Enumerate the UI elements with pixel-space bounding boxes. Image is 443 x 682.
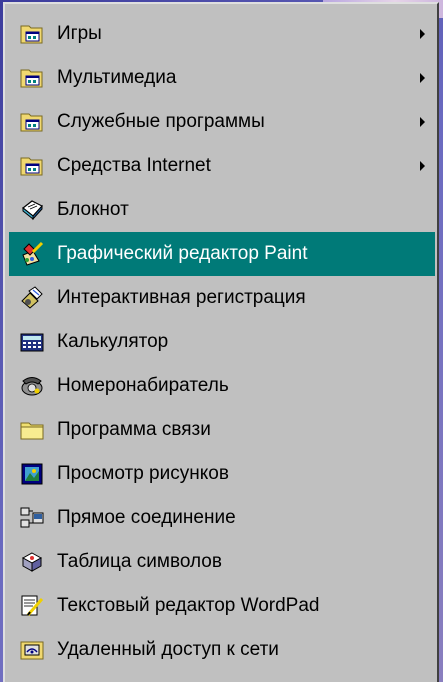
menu-item-online-registration[interactable]: Интерактивная регистрация: [9, 276, 435, 320]
program-group-folder-icon: [19, 65, 45, 91]
program-group-folder-icon: [19, 109, 45, 135]
character-map-icon: [19, 549, 45, 575]
menu-item-label: Прямое соединение: [57, 507, 236, 528]
menu-item-system-tools[interactable]: Служебные программы: [9, 100, 435, 144]
notepad-icon: [19, 197, 45, 223]
menu-item-label: Таблица символов: [57, 551, 222, 572]
menu-item-label: Игры: [57, 23, 102, 44]
menu-item-multimedia[interactable]: Мультимедиа: [9, 56, 435, 100]
submenu-arrow-icon: [420, 117, 425, 127]
folder-icon: [19, 417, 45, 443]
programs-menu: Игры Мультимедиа Служебные программы Сре…: [3, 2, 439, 682]
submenu-arrow-icon: [420, 29, 425, 39]
menu-item-label: Интерактивная регистрация: [57, 287, 306, 308]
direct-connection-icon: [19, 505, 45, 531]
menu-item-dial-up-networking[interactable]: Удаленный доступ к сети: [9, 628, 435, 672]
program-group-folder-icon: [19, 21, 45, 47]
phone-dialer-icon: [19, 373, 45, 399]
paint-icon: [19, 241, 45, 267]
menu-item-label: Мультимедиа: [57, 67, 177, 88]
menu-item-notepad[interactable]: Блокнот: [9, 188, 435, 232]
menu-item-label: Удаленный доступ к сети: [57, 639, 279, 660]
menu-item-games[interactable]: Игры: [9, 12, 435, 56]
menu-item-calculator[interactable]: Калькулятор: [9, 320, 435, 364]
menu-item-character-map[interactable]: Таблица символов: [9, 540, 435, 584]
menu-item-wordpad[interactable]: Текстовый редактор WordPad: [9, 584, 435, 628]
image-viewer-icon: [19, 461, 45, 487]
menu-item-label: Калькулятор: [57, 331, 169, 352]
menu-item-direct-connection[interactable]: Прямое соединение: [9, 496, 435, 540]
menu-item-phone-dialer[interactable]: Номеронабиратель: [9, 364, 435, 408]
calculator-icon: [19, 329, 45, 355]
menu-item-label: Текстовый редактор WordPad: [57, 595, 320, 616]
menu-item-image-viewer[interactable]: Просмотр рисунков: [9, 452, 435, 496]
menu-item-label: Просмотр рисунков: [57, 463, 229, 484]
menu-item-label: Средства Internet: [57, 155, 211, 176]
menu-item-communications-program[interactable]: Программа связи: [9, 408, 435, 452]
submenu-arrow-icon: [420, 73, 425, 83]
menu-item-label: Графический редактор Paint: [57, 243, 308, 264]
menu-item-label: Служебные программы: [57, 111, 265, 132]
menu-item-paint[interactable]: Графический редактор Paint: [9, 232, 435, 276]
program-group-folder-icon: [19, 153, 45, 179]
menu-item-label: Номеронабиратель: [57, 375, 229, 396]
registration-icon: [19, 285, 45, 311]
submenu-arrow-icon: [420, 161, 425, 171]
menu-item-label: Блокнот: [57, 199, 129, 220]
menu-item-internet-tools[interactable]: Средства Internet: [9, 144, 435, 188]
menu-item-label: Программа связи: [57, 419, 211, 440]
dial-up-networking-icon: [19, 637, 45, 663]
wordpad-icon: [19, 593, 45, 619]
